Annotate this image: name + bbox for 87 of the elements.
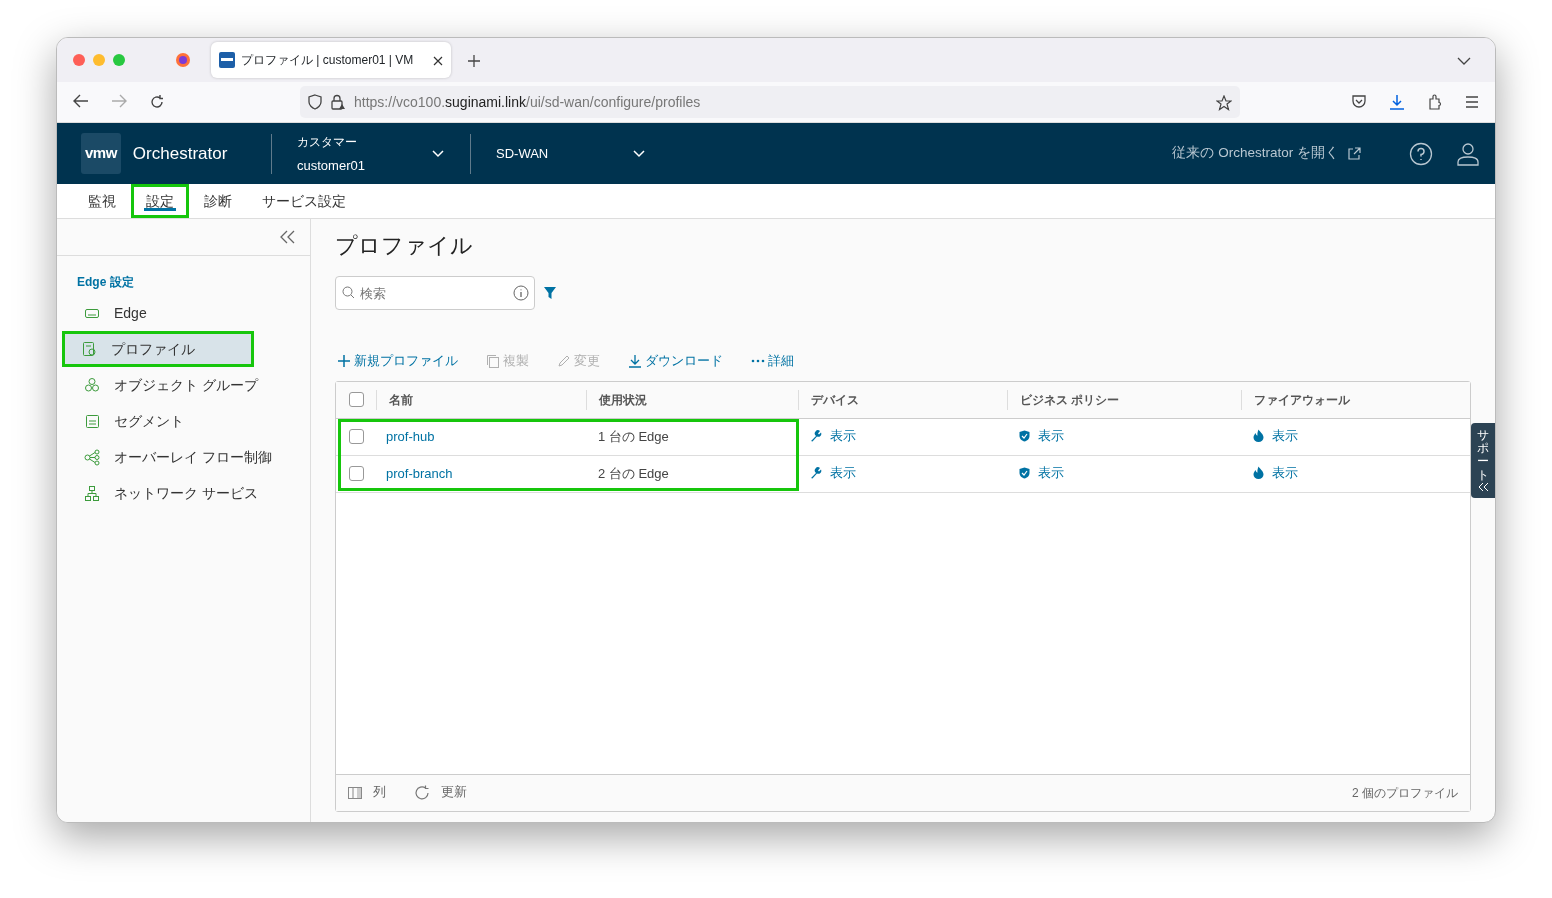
toolbar-action[interactable]: 新規プロファイル	[337, 352, 458, 371]
firewall-view-link[interactable]: 表示	[1253, 425, 1298, 446]
favicon-icon	[219, 52, 235, 68]
close-icon[interactable]	[433, 55, 443, 66]
extensions-icon[interactable]	[1427, 94, 1443, 110]
usage-cell: 2 台の Edge	[598, 466, 669, 481]
shield-icon	[1019, 466, 1030, 479]
flame-icon	[1253, 429, 1264, 443]
column-header[interactable]: ファイアウォール	[1254, 390, 1350, 409]
sidebar-item[interactable]: オブジェクト グループ	[57, 367, 310, 403]
search-icon	[342, 286, 355, 299]
new-tab-icon[interactable]	[467, 53, 481, 68]
flow-icon	[84, 448, 100, 466]
device-view-link[interactable]: 表示	[810, 426, 856, 446]
profile-link[interactable]: prof-branch	[386, 466, 453, 481]
columns-button[interactable]: 列	[348, 783, 386, 803]
sidebar-item[interactable]: Edge	[57, 295, 310, 331]
object-group-icon	[84, 376, 100, 394]
policy-view-link[interactable]: 表示	[1019, 463, 1064, 483]
column-header[interactable]: 使用状況	[599, 390, 647, 409]
sidebar-item[interactable]: オーバーレイ フロー制御	[57, 439, 310, 475]
toolbar-action[interactable]: ダウンロード	[628, 352, 723, 371]
refresh-button[interactable]: 更新	[414, 783, 467, 803]
menu-icon[interactable]	[1465, 96, 1479, 108]
browser-icon	[175, 52, 191, 68]
vmware-logo: vmw	[81, 133, 121, 174]
columns-icon	[348, 786, 362, 799]
profile-link[interactable]: prof-hub	[386, 429, 435, 444]
nav-tab[interactable]: 設定	[131, 184, 189, 218]
wrench-icon	[810, 429, 822, 442]
policy-view-link[interactable]: 表示	[1019, 426, 1064, 446]
device-view-link[interactable]: 表示	[810, 463, 856, 483]
shield-icon	[308, 94, 322, 110]
download-icon	[628, 354, 642, 369]
address-bar[interactable]: https://vco100.suginami.link/ui/sd-wan/configure/profiles	[300, 86, 1240, 118]
column-header[interactable]: 名前	[389, 390, 413, 409]
download-icon[interactable]	[1389, 94, 1405, 110]
nav-tab[interactable]: 監視	[73, 184, 131, 218]
shield-icon	[1019, 429, 1030, 442]
expand-icon	[1477, 481, 1489, 492]
sidebar-item[interactable]: セグメント	[57, 403, 310, 439]
column-header[interactable]: ビジネス ポリシー	[1020, 390, 1120, 409]
wrench-icon	[810, 466, 822, 479]
flame-icon	[1253, 466, 1264, 480]
collapse-icon[interactable]	[278, 229, 296, 245]
toolbar-action[interactable]: 詳細	[751, 352, 794, 371]
column-header[interactable]: デバイス	[811, 390, 859, 409]
chevron-down-icon	[432, 150, 444, 159]
select-all-checkbox[interactable]	[348, 392, 364, 408]
chevron-down-icon	[633, 150, 645, 159]
chevron-down-icon[interactable]	[1457, 55, 1471, 66]
pocket-icon[interactable]	[1351, 94, 1367, 110]
bookmark-star-icon[interactable]	[1216, 94, 1232, 111]
profile-count: 2 個のプロファイル	[1352, 784, 1458, 802]
plus-icon	[337, 354, 351, 369]
sidebar-section-title: Edge 設定	[76, 274, 135, 291]
pencil-icon	[557, 354, 571, 369]
filter-icon[interactable]	[543, 286, 557, 300]
page-title: プロファイル	[335, 232, 474, 260]
customer-selector[interactable]: カスタマー customer01	[272, 129, 470, 178]
external-link-icon	[1347, 146, 1361, 161]
browser-tab[interactable]: プロファイル | customer01 | VM	[211, 42, 451, 78]
nav-tab[interactable]: 診断	[189, 184, 247, 218]
sidebar-item[interactable]: ネットワーク サービス	[57, 475, 310, 511]
usage-cell: 1 台の Edge	[598, 429, 669, 444]
profile-icon	[81, 340, 97, 358]
close-window-control[interactable]	[73, 54, 85, 66]
help-icon[interactable]	[1409, 141, 1433, 166]
legacy-orchestrator-link[interactable]: 従来の Orchestrator を開く	[1172, 143, 1361, 164]
search-field[interactable]: 検索	[335, 276, 535, 310]
info-icon	[513, 285, 529, 301]
sidebar-item[interactable]: プロファイル	[62, 331, 254, 367]
service-selector[interactable]: SD-WAN	[471, 143, 645, 164]
app-title: Orchestrator	[132, 142, 228, 165]
lock-icon	[330, 94, 346, 110]
row-checkbox[interactable]	[348, 466, 364, 482]
network-icon	[84, 484, 100, 502]
firewall-view-link[interactable]: 表示	[1253, 462, 1298, 483]
back-icon[interactable]	[73, 94, 89, 108]
refresh-icon	[414, 784, 430, 801]
copy-icon	[486, 354, 500, 369]
segment-icon	[84, 412, 100, 430]
support-tab[interactable]: サポート	[1471, 423, 1495, 498]
row-checkbox[interactable]	[348, 429, 364, 445]
reload-icon[interactable]	[149, 94, 165, 110]
user-icon[interactable]	[1457, 141, 1479, 166]
nav-tab[interactable]: サービス設定	[247, 184, 361, 218]
